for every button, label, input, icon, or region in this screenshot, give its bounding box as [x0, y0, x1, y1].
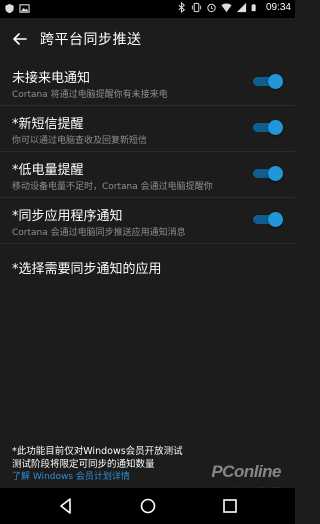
alarm-icon [207, 3, 216, 13]
toggle-thumb [268, 120, 283, 135]
page-title: 跨平台同步推送 [40, 32, 142, 48]
toggle-thumb [268, 74, 283, 89]
setting-subtitle: 移动设备电量不足时，Cortana 会通过电脑提醒你 [12, 182, 213, 192]
setting-low-battery[interactable]: *低电量提醒 移动设备电量不足时，Cortana 会通过电脑提醒你 [0, 152, 295, 198]
low-battery-toggle[interactable] [253, 166, 283, 181]
toggle-thumb [268, 166, 283, 181]
missed-call-toggle[interactable] [253, 74, 283, 89]
status-bar: 09:34 [0, 0, 295, 18]
setting-title: 未接来电通知 [12, 71, 91, 86]
home-circle-icon[interactable] [138, 496, 158, 516]
navigation-bar [0, 488, 295, 524]
back-triangle-icon[interactable] [56, 496, 76, 516]
setting-missed-call[interactable]: 未接来电通知 Cortana 将通过电脑提醒你有未接来电 [0, 60, 295, 106]
footer-note-line: *此功能目前仅对Windows会员开放测试 [12, 446, 183, 457]
setting-title: *同步应用程序通知 [12, 209, 123, 224]
signal-icon [236, 2, 247, 13]
setting-choose-apps[interactable]: *选择需要同步通知的应用 [0, 244, 295, 292]
watermark-logo: PConline [211, 462, 281, 481]
setting-subtitle: Cortana 会通过电脑同步推送应用通知消息 [12, 228, 186, 238]
arrow-back-icon[interactable] [8, 27, 32, 51]
setting-subtitle: 你可以通过电脑查收及回复新短信 [12, 136, 148, 146]
toggle-thumb [268, 212, 283, 227]
new-sms-toggle[interactable] [253, 120, 283, 135]
setting-app-notifications[interactable]: *同步应用程序通知 Cortana 会通过电脑同步推送应用通知消息 [0, 198, 295, 244]
setting-new-sms[interactable]: *新短信提醒 你可以通过电脑查收及回复新短信 [0, 106, 295, 152]
settings-list: 未接来电通知 Cortana 将通过电脑提醒你有未接来电 *新短信提醒 你可以通… [0, 60, 295, 292]
setting-title: *新短信提醒 [12, 117, 84, 132]
wifi-icon [221, 3, 232, 13]
app-notifications-toggle[interactable] [253, 212, 283, 227]
image-icon [19, 4, 30, 13]
setting-subtitle: Cortana 将通过电脑提醒你有未接来电 [12, 90, 168, 100]
status-right-icons: 09:34 [176, 2, 291, 13]
setting-title: *选择需要同步通知的应用 [12, 262, 162, 277]
vibrate-icon [191, 2, 202, 13]
battery-icon [251, 4, 256, 12]
shield-icon [5, 3, 14, 14]
status-left-icons [4, 3, 30, 14]
app-bar: 跨平台同步推送 [0, 18, 295, 60]
recents-square-icon[interactable] [220, 496, 240, 516]
setting-title: *低电量提醒 [12, 163, 84, 178]
bluetooth-icon [178, 2, 186, 13]
status-time: 09:34 [265, 2, 291, 13]
